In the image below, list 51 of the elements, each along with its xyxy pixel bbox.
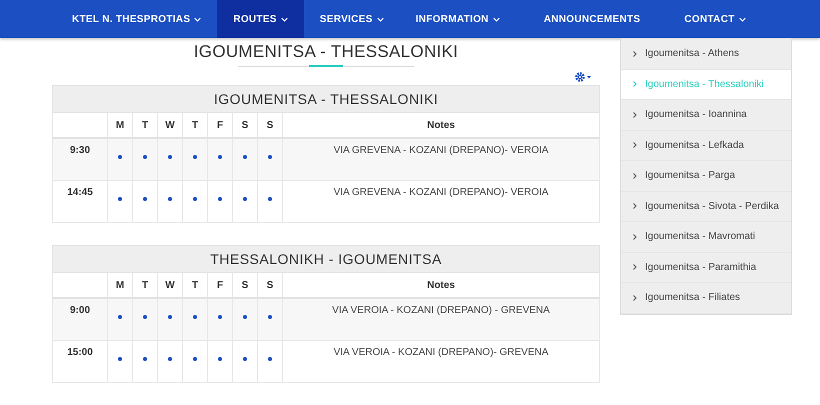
table-header: F (208, 272, 232, 298)
table-header: T (182, 112, 208, 138)
table-cell: VIA VEROIA - KOZANI (DREPANO) - GREVENA (282, 298, 600, 340)
table-header: Notes (282, 272, 600, 298)
table-header: T (182, 272, 208, 298)
settings-icon (574, 71, 592, 83)
sidebar-item[interactable]: Igoumenitsa - Mavromati (621, 222, 791, 252)
settings-button[interactable] (574, 71, 592, 83)
table-header: W (158, 112, 182, 138)
sidebar-item[interactable]: Igoumenitsa - Sivota - Perdika (621, 192, 791, 222)
chevron-right-icon (633, 172, 637, 179)
table-cell: 15:00 (52, 340, 108, 382)
table-header: W (158, 272, 182, 298)
chevron-right-icon (633, 203, 637, 210)
nav-item[interactable]: KTEL N. THESPROTIAS (56, 0, 218, 38)
chevron-right-icon (633, 264, 637, 270)
nav-item[interactable]: ROUTES (217, 0, 304, 38)
chevron-right-icon (633, 50, 637, 57)
table-header: Notes (282, 112, 600, 138)
sidebar-item[interactable]: Igoumenitsa - Parga (621, 161, 791, 192)
sidebar-item[interactable]: Igoumenitsa - Ioannina (621, 100, 791, 130)
table-cell: VIA GREVENA - KOZANI (DREPANO)- VEROIA (282, 180, 600, 222)
table-cell: 9:30 (52, 138, 108, 180)
chevron-right-icon (633, 81, 637, 88)
table-cell: 9:00 (52, 298, 108, 340)
nav-item[interactable]: INFORMATION (400, 0, 516, 38)
sidebar-item[interactable]: Igoumenitsa - Lefkada (621, 130, 791, 161)
table-cell: VIA VEROIA - KOZANI (DREPANO)- GREVENA (282, 340, 600, 382)
table-cell: VIA GREVENA - KOZANI (DREPANO)- VEROIA (282, 138, 600, 180)
sidebar-item[interactable]: Igoumenitsa - Filiates (621, 283, 791, 314)
chevron-right-icon (633, 234, 637, 240)
table-header: S (258, 272, 282, 298)
table-cell: 14:45 (52, 180, 108, 222)
sidebar-item[interactable]: Igoumenitsa - Paramithia (621, 252, 791, 283)
table-header: S (258, 112, 282, 138)
table-header: T (132, 112, 158, 138)
nav-item[interactable]: CONTACT (668, 0, 762, 38)
page-title: IGOUMENITSA - THESSALONIKI (192, 42, 460, 62)
table-header: T (132, 272, 158, 298)
table-header: M (108, 272, 132, 298)
table-header: F (208, 112, 232, 138)
table-header: S (232, 272, 258, 298)
timetable-title: THESSALONIKH - IGOUMENITSA (52, 246, 600, 272)
chevron-right-icon (633, 294, 637, 301)
chevron-right-icon (633, 112, 637, 118)
timetable-title: IGOUMENITSA - THESSALONIKI (52, 86, 600, 112)
table-header: M (108, 112, 132, 138)
table-header: S (232, 112, 258, 138)
nav-item[interactable]: ANNOUNCEMENTS (516, 0, 668, 38)
nav-item[interactable]: SERVICES (304, 0, 400, 38)
chevron-right-icon (633, 142, 637, 148)
